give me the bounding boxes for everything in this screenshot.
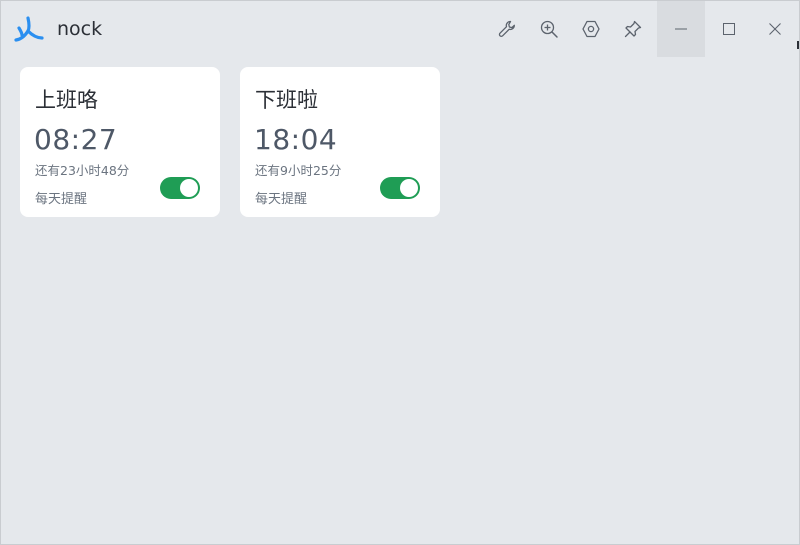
toggle-knob (400, 179, 418, 197)
alarm-remaining: 还有23小时48分 (35, 163, 130, 178)
app-window: nock 上班咯 08:27 还有23小时48分 每天提醒 下班啦 18:04 … (0, 0, 800, 545)
alarm-card[interactable]: 上班咯 08:27 还有23小时48分 每天提醒 (20, 67, 220, 217)
alarm-card[interactable]: 下班啦 18:04 还有9小时25分 每天提醒 (240, 67, 440, 217)
close-button[interactable] (751, 1, 799, 57)
app-logo-icon (14, 16, 44, 42)
toggle-knob (180, 179, 198, 197)
minimize-button[interactable] (657, 1, 705, 57)
maximize-button[interactable] (705, 1, 753, 57)
wrench-icon (498, 20, 515, 37)
pin-icon (624, 20, 642, 38)
minimize-icon (675, 28, 687, 30)
alarm-repeat: 每天提醒 (255, 192, 308, 207)
alarm-title: 上班咯 (35, 88, 98, 112)
zoom-in-button[interactable] (535, 15, 563, 43)
title-bar[interactable]: nock (1, 1, 799, 57)
alarm-repeat: 每天提醒 (35, 192, 88, 207)
app-title: nock (57, 18, 103, 40)
maximize-icon (723, 23, 735, 35)
settings-button[interactable] (577, 15, 605, 43)
alarm-remaining: 还有9小时25分 (255, 163, 342, 178)
wrench-button[interactable] (493, 15, 521, 43)
alarm-time: 08:27 (34, 123, 118, 156)
alarm-toggle[interactable] (160, 177, 200, 199)
close-icon (769, 23, 781, 35)
alarm-toggle[interactable] (380, 177, 420, 199)
pin-button[interactable] (619, 15, 647, 43)
scrollbar-marker (797, 41, 799, 49)
zoom-in-icon (540, 20, 558, 38)
settings-hexagon-icon (582, 20, 600, 38)
alarm-time: 18:04 (254, 123, 338, 156)
alarm-title: 下班啦 (255, 88, 318, 112)
